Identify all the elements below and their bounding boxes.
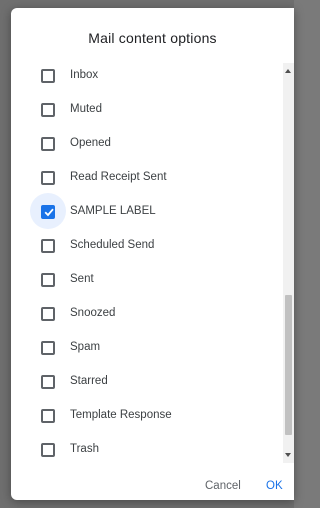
option-snoozed[interactable]: Snoozed	[11, 297, 283, 331]
option-opened[interactable]: Opened	[11, 127, 283, 161]
option-label: Opened	[70, 137, 111, 149]
option-read-receipt-sent[interactable]: Read Receipt Sent	[11, 161, 283, 195]
checkbox[interactable]	[41, 137, 55, 151]
mail-content-options-dialog: Mail content options Inbox Muted Opened …	[11, 8, 294, 500]
option-label: Template Response	[70, 409, 172, 421]
option-spam[interactable]: Spam	[11, 331, 283, 365]
option-label: Scheduled Send	[70, 239, 155, 251]
option-sent[interactable]: Sent	[11, 263, 283, 297]
option-trash[interactable]: Trash	[11, 433, 283, 467]
checkbox[interactable]	[41, 171, 55, 185]
option-label: Snoozed	[70, 307, 116, 319]
checkbox[interactable]	[41, 69, 55, 83]
option-sample-label[interactable]: SAMPLE LABEL	[11, 193, 283, 229]
option-label: Starred	[70, 375, 108, 387]
options-list: Inbox Muted Opened Read Receipt Sent SAM…	[11, 59, 283, 469]
checkbox[interactable]	[41, 307, 55, 321]
scrollbar-thumb[interactable]	[285, 295, 292, 435]
option-label: Spam	[70, 341, 101, 353]
option-label: Inbox	[70, 69, 99, 81]
option-label: Read Receipt Sent	[70, 171, 167, 183]
checkbox[interactable]	[41, 103, 55, 117]
cancel-button[interactable]: Cancel	[205, 480, 241, 492]
checkbox-checked[interactable]	[41, 205, 55, 219]
option-starred[interactable]: Starred	[11, 365, 283, 399]
option-label: Muted	[70, 103, 102, 115]
dialog-title: Mail content options	[88, 30, 217, 46]
option-scheduled-send[interactable]: Scheduled Send	[11, 229, 283, 263]
checkbox[interactable]	[41, 273, 55, 287]
option-template-response[interactable]: Template Response	[11, 399, 283, 433]
checkbox[interactable]	[41, 375, 55, 389]
scroll-down-icon[interactable]	[285, 453, 291, 457]
checkbox[interactable]	[41, 409, 55, 423]
ok-button[interactable]: OK	[266, 480, 283, 492]
list-scrollbar[interactable]	[283, 63, 294, 463]
option-label: Sent	[70, 273, 94, 285]
option-label: SAMPLE LABEL	[70, 205, 156, 217]
option-inbox[interactable]: Inbox	[11, 59, 283, 93]
option-label: Trash	[70, 443, 99, 455]
scroll-up-icon[interactable]	[285, 69, 291, 73]
checkbox[interactable]	[41, 239, 55, 253]
checkmark-icon	[44, 208, 54, 217]
checkbox[interactable]	[41, 443, 55, 457]
checkbox[interactable]	[41, 341, 55, 355]
option-muted[interactable]: Muted	[11, 93, 283, 127]
